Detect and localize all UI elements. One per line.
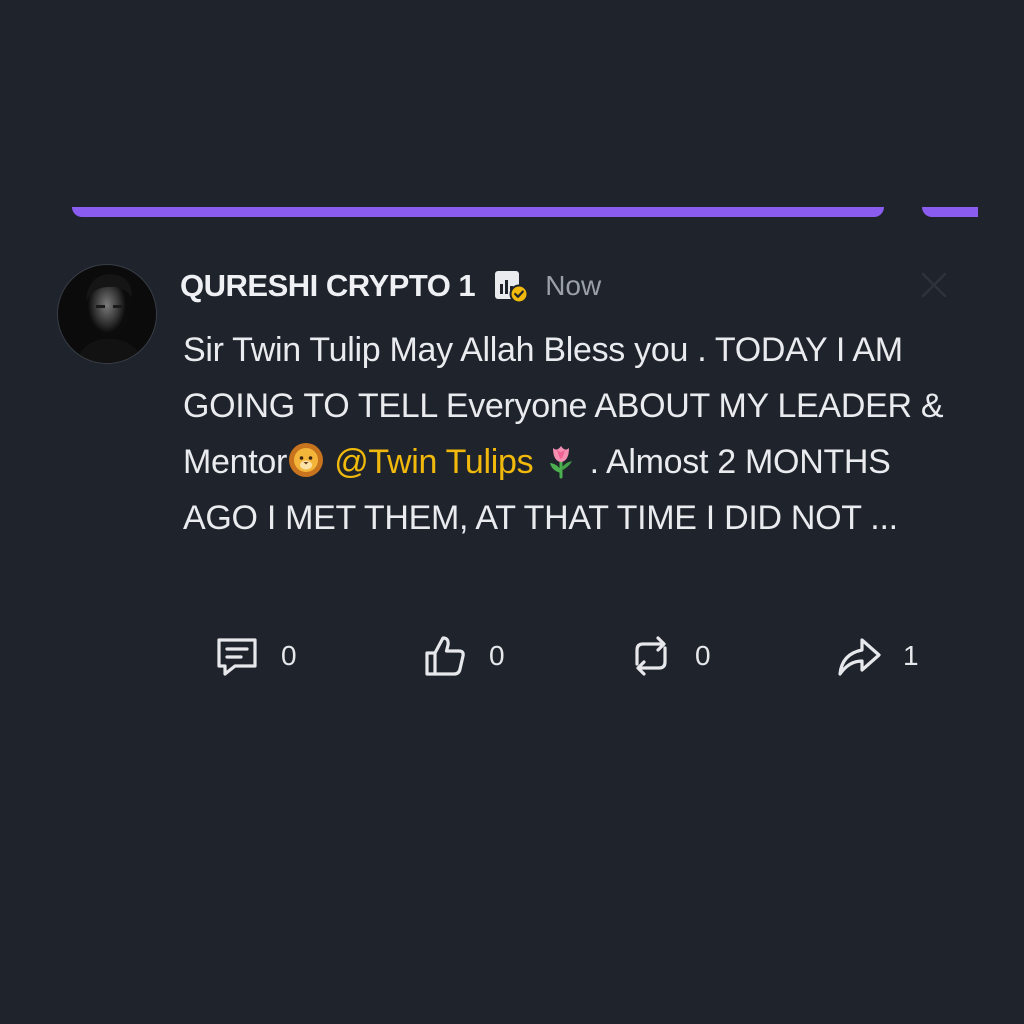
post-timestamp: Now bbox=[545, 270, 602, 301]
post-text[interactable]: Sir Twin Tulip May Allah Bless you . TOD… bbox=[183, 322, 963, 546]
avatar-image bbox=[58, 265, 156, 363]
thumbs-up-icon bbox=[425, 636, 465, 676]
creator-verified-icon bbox=[493, 268, 529, 304]
tulip-emoji bbox=[542, 440, 580, 479]
share-button[interactable]: 1 bbox=[835, 626, 919, 686]
card-accent-bar bbox=[72, 207, 884, 217]
feed-screen: QURESHI CRYPTO 1 Now Sir Twin Tulip May … bbox=[0, 0, 1024, 1024]
mention-link[interactable]: @Twin Tulips bbox=[334, 443, 533, 481]
repost-count: 0 bbox=[695, 640, 711, 671]
next-card-accent-bar bbox=[922, 207, 978, 217]
avatar[interactable] bbox=[57, 264, 157, 364]
close-icon[interactable] bbox=[919, 270, 949, 300]
share-icon bbox=[838, 638, 881, 676]
author-name[interactable]: QURESHI CRYPTO 1 bbox=[180, 268, 476, 304]
repost-button[interactable]: 0 bbox=[627, 626, 711, 686]
lion-emoji bbox=[287, 440, 325, 478]
like-count: 0 bbox=[489, 640, 505, 671]
repost-icon bbox=[635, 636, 667, 676]
comment-button[interactable]: 0 bbox=[213, 626, 297, 686]
comment-icon bbox=[217, 638, 257, 676]
post-header: QURESHI CRYPTO 1 Now bbox=[180, 266, 601, 306]
like-button[interactable]: 0 bbox=[421, 626, 505, 686]
share-count: 1 bbox=[903, 640, 919, 671]
comment-count: 0 bbox=[281, 640, 297, 671]
post-actions: 0 0 0 1 bbox=[57, 626, 957, 686]
